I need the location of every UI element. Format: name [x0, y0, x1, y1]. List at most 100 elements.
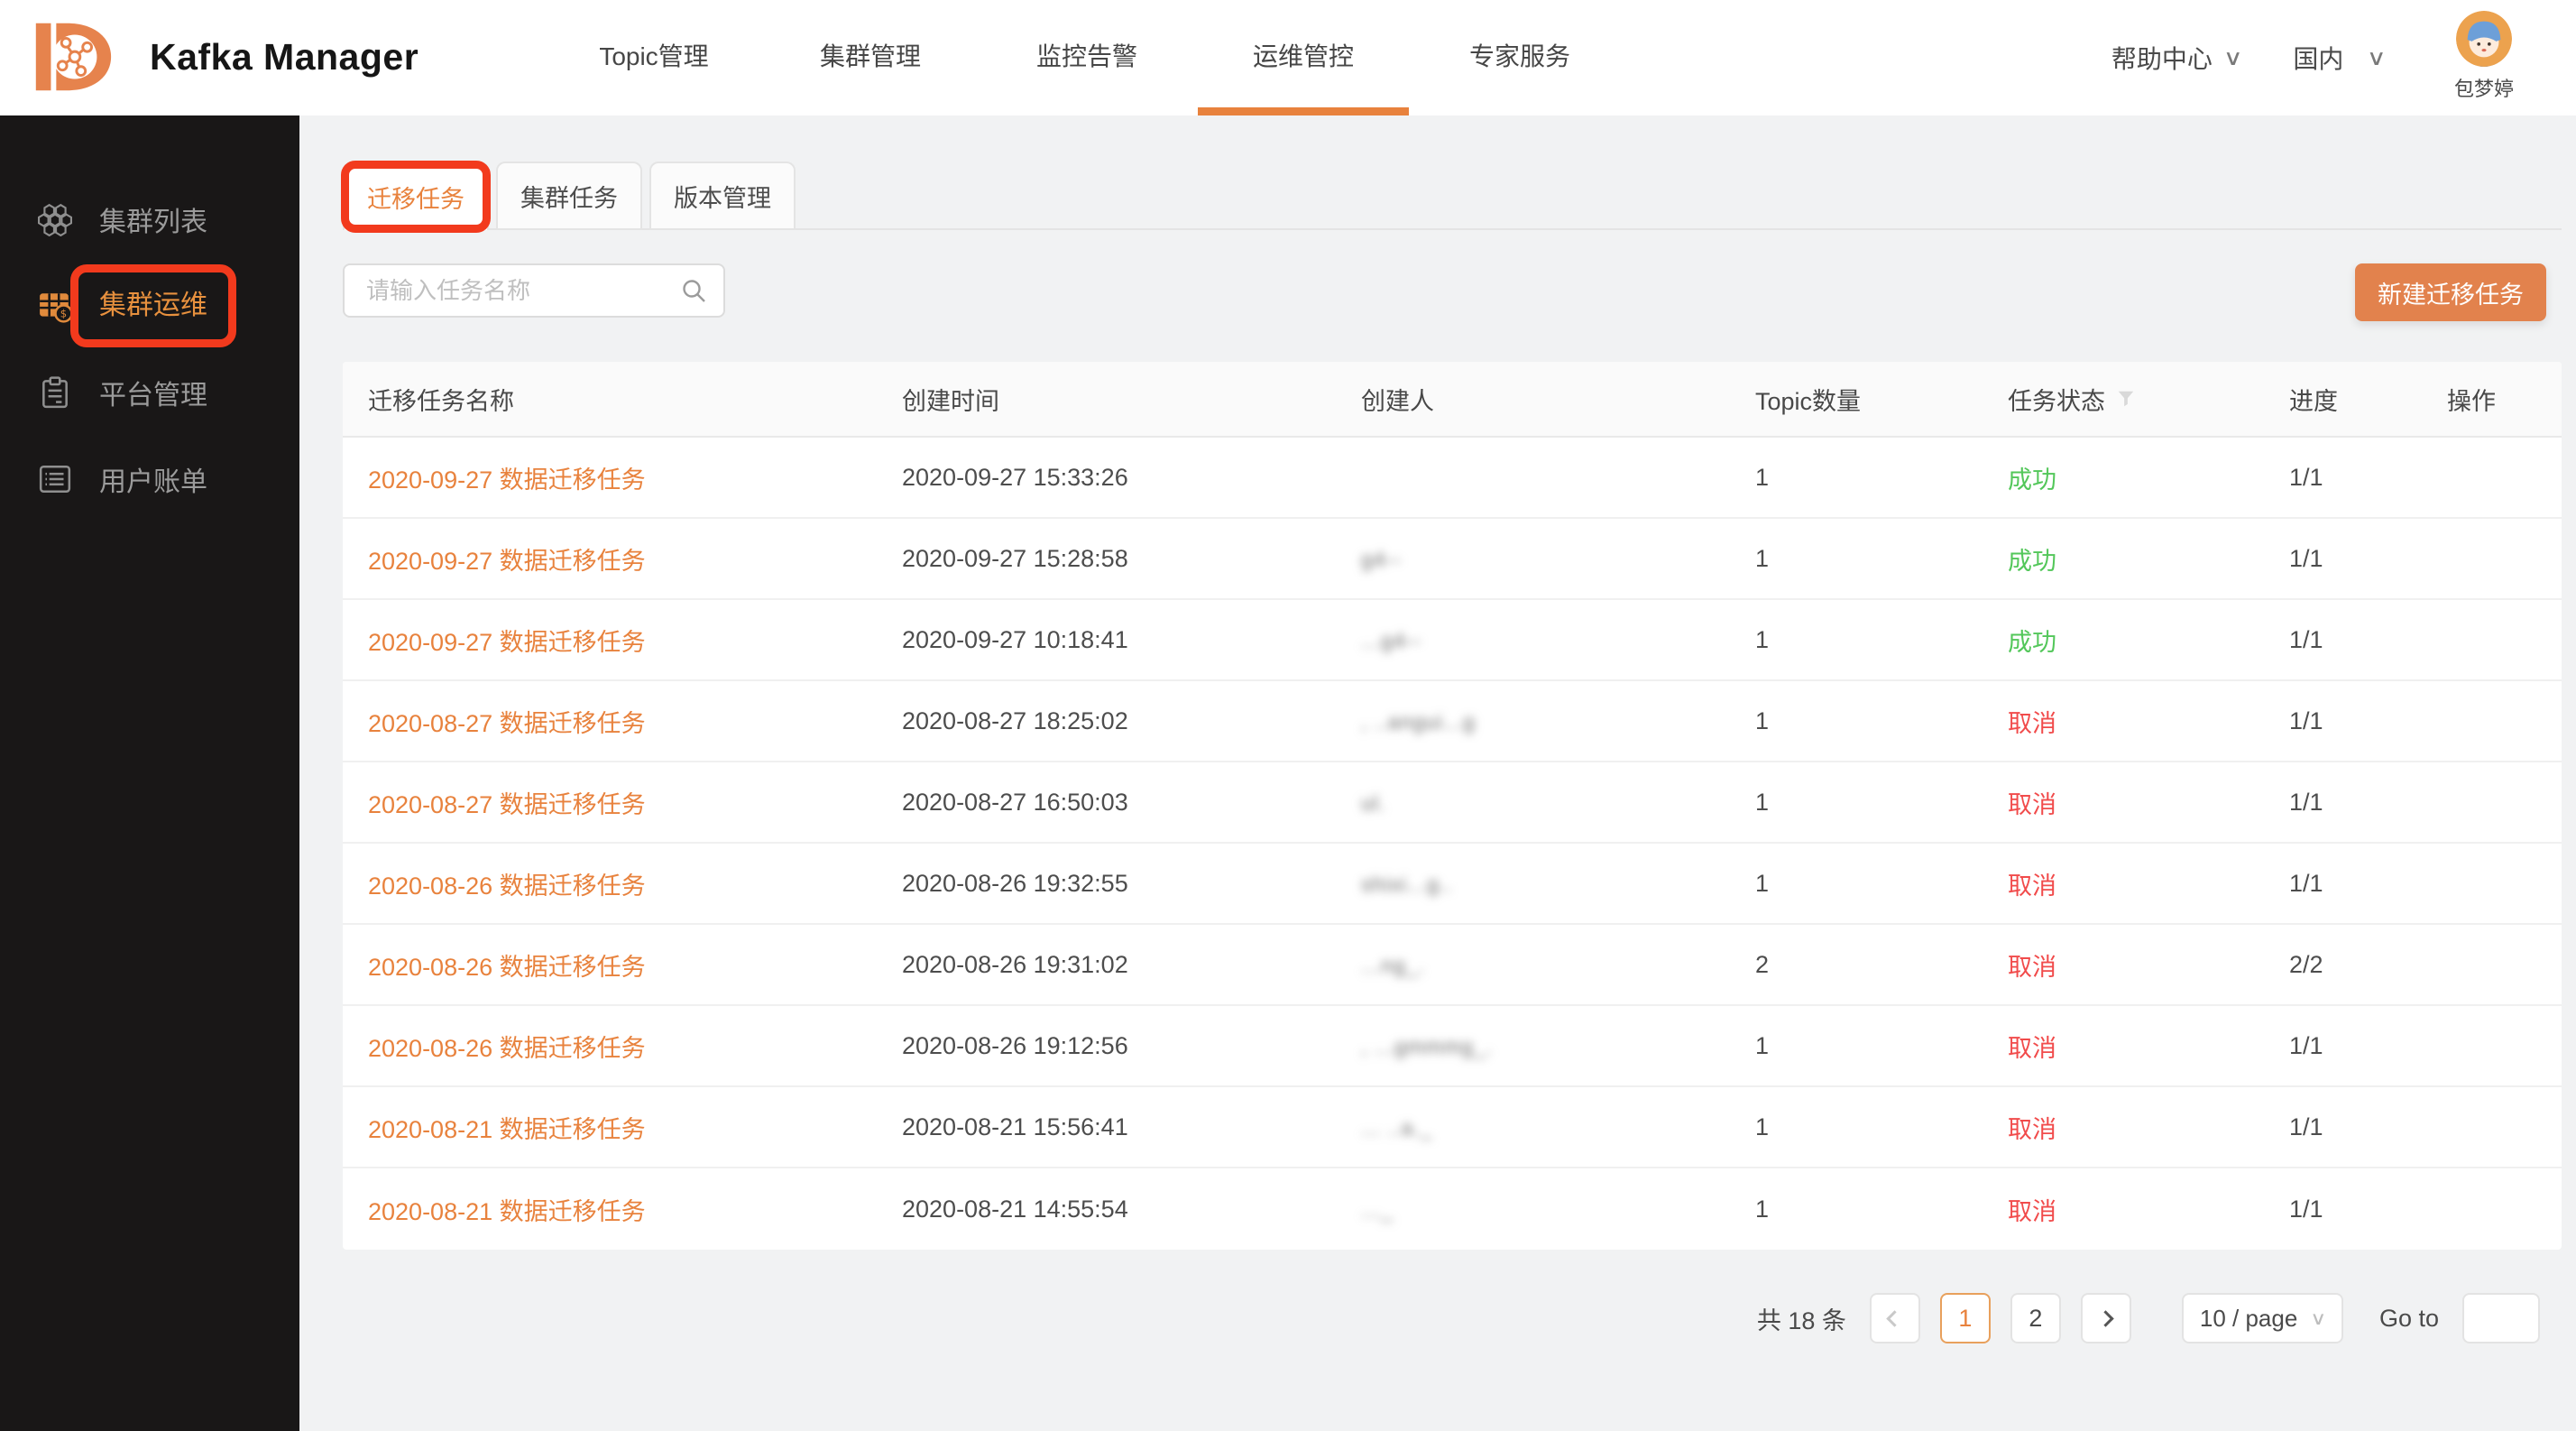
- created-time: 2020-08-21 14:55:54: [902, 1196, 1361, 1223]
- chevron-left-icon: [1887, 1310, 1903, 1326]
- table-row: 2020-09-27 数据迁移任务 2020-09-27 15:33:26 1 …: [343, 438, 2562, 519]
- next-page-button[interactable]: [2081, 1293, 2131, 1343]
- task-name-link[interactable]: 2020-08-27 数据迁移任务: [368, 704, 902, 739]
- table-row: 2020-08-26 数据迁移任务 2020-08-26 19:31:02 ..…: [343, 925, 2562, 1006]
- col-creator: 创建人: [1361, 382, 1755, 417]
- creator-cell: ... ..a._: [1361, 1113, 1755, 1141]
- brand: Kafka Manager: [27, 13, 419, 101]
- topic-count: 1: [1755, 464, 2008, 492]
- task-status: 成功: [2008, 460, 2289, 495]
- table-body: 2020-09-27 数据迁移任务 2020-09-27 15:33:26 1 …: [343, 438, 2562, 1250]
- task-status: 成功: [2008, 623, 2289, 658]
- search-input[interactable]: [343, 263, 725, 318]
- page-size-select[interactable]: 10 / page ∨: [2182, 1293, 2343, 1343]
- sidebar-item-label-annotated: 集群运维: [99, 290, 207, 322]
- task-status: 取消: [2008, 1192, 2289, 1227]
- creator-redacted: ...ng_.: [1361, 954, 1425, 977]
- sidebar: 集群列表 $ 集群运维 平台管理: [0, 115, 299, 1431]
- nav-topic[interactable]: Topic管理: [546, 0, 762, 115]
- task-name-link[interactable]: 2020-08-26 数据迁移任务: [368, 866, 902, 901]
- creator-cell: g4--: [1361, 545, 1755, 573]
- created-time: 2020-08-26 19:31:02: [902, 951, 1361, 979]
- nav-ops[interactable]: 运维管控: [1195, 0, 1412, 115]
- tab-bar: 迁移任务 集群任务 版本管理: [343, 162, 2562, 230]
- top-links: 帮助中心 ∨ 国内 ∨: [2111, 0, 2385, 115]
- user-menu[interactable]: 包梦婷: [2430, 11, 2538, 102]
- task-name-link[interactable]: 2020-08-21 数据迁移任务: [368, 1110, 902, 1145]
- creator-redacted: , ...gmmmg_.: [1361, 1035, 1493, 1058]
- sidebar-item-label: 集群运维: [99, 291, 207, 320]
- created-time: 2020-08-27 18:25:02: [902, 707, 1361, 735]
- search-box: [343, 263, 725, 318]
- topic-count: 1: [1755, 870, 2008, 898]
- help-center-label: 帮助中心: [2111, 40, 2213, 76]
- task-name-link[interactable]: 2020-08-27 数据迁移任务: [368, 785, 902, 820]
- clipboard-icon: [38, 375, 72, 410]
- progress: 1/1: [2289, 870, 2447, 898]
- tab-version-management[interactable]: 版本管理: [649, 162, 796, 228]
- topic-count: 2: [1755, 951, 2008, 979]
- progress: 1/1: [2289, 626, 2447, 654]
- page-button-1[interactable]: 1: [1940, 1293, 1991, 1343]
- created-time: 2020-09-27 15:28:58: [902, 545, 1361, 573]
- search-icon: [680, 277, 707, 304]
- creator-redacted: , ..angui...g: [1361, 710, 1476, 734]
- created-time: 2020-08-26 19:32:55: [902, 870, 1361, 898]
- creator-cell: ..._: [1361, 1196, 1755, 1223]
- region-dropdown[interactable]: 国内 ∨: [2293, 40, 2385, 76]
- creator-redacted: ... ..a._: [1361, 1116, 1432, 1140]
- col-topic-count: Topic数量: [1755, 382, 2008, 417]
- progress: 1/1: [2289, 1196, 2447, 1223]
- main-nav: Topic管理 集群管理 监控告警 运维管控 专家服务: [546, 0, 1628, 115]
- chevron-right-icon: [2098, 1310, 2114, 1326]
- creator-cell: shixi...g..: [1361, 870, 1755, 898]
- main-content: 迁移任务 集群任务 版本管理 新建迁移任务 迁移任务名称 创建时间 创建人 To…: [299, 115, 2576, 1431]
- filter-icon[interactable]: [2116, 389, 2136, 409]
- nav-cluster[interactable]: 集群管理: [762, 0, 979, 115]
- honeycomb-icon: [38, 202, 72, 236]
- task-name-link[interactable]: 2020-09-27 数据迁移任务: [368, 541, 902, 577]
- creator-redacted: ..._: [1361, 1198, 1394, 1222]
- topic-count: 1: [1755, 626, 2008, 654]
- topic-count: 1: [1755, 1113, 2008, 1141]
- page-button-2[interactable]: 2: [2010, 1293, 2061, 1343]
- sidebar-item-cluster-list[interactable]: 集群列表: [0, 176, 299, 263]
- nav-monitor[interactable]: 监控告警: [979, 0, 1195, 115]
- new-migration-task-button[interactable]: 新建迁移任务: [2355, 263, 2546, 321]
- sidebar-item-label: 用户账单: [99, 459, 207, 499]
- tab-cluster-tasks[interactable]: 集群任务: [496, 162, 642, 228]
- creator-redacted: shixi...g..: [1361, 872, 1453, 896]
- creator-cell: ul.: [1361, 789, 1755, 817]
- prev-page-button[interactable]: [1870, 1293, 1920, 1343]
- task-name-link[interactable]: 2020-09-27 数据迁移任务: [368, 460, 902, 495]
- topic-count: 1: [1755, 1032, 2008, 1060]
- creator-redacted: ...g4--: [1361, 629, 1421, 652]
- table-row: 2020-08-21 数据迁移任务 2020-08-21 14:55:54 ..…: [343, 1168, 2562, 1250]
- task-name-link[interactable]: 2020-08-26 数据迁移任务: [368, 947, 902, 983]
- tab-migration-tasks[interactable]: 迁移任务: [343, 162, 489, 230]
- task-name-link[interactable]: 2020-08-26 数据迁移任务: [368, 1029, 902, 1064]
- topic-count: 1: [1755, 545, 2008, 573]
- help-center-dropdown[interactable]: 帮助中心 ∨: [2111, 40, 2241, 76]
- region-label: 国内: [2293, 40, 2343, 76]
- table-header: 迁移任务名称 创建时间 创建人 Topic数量 任务状态 进度 操作: [343, 362, 2562, 438]
- goto-page-input[interactable]: [2462, 1293, 2540, 1343]
- nav-expert[interactable]: 专家服务: [1412, 0, 1628, 115]
- table-row: 2020-08-26 数据迁移任务 2020-08-26 19:12:56 , …: [343, 1006, 2562, 1087]
- table-row: 2020-09-27 数据迁移任务 2020-09-27 10:18:41 ..…: [343, 600, 2562, 681]
- task-name-link[interactable]: 2020-08-21 数据迁移任务: [368, 1192, 902, 1227]
- sidebar-item-label: 平台管理: [99, 373, 207, 412]
- sidebar-item-cluster-ops[interactable]: $ 集群运维: [0, 263, 299, 349]
- creator-redacted: ul.: [1361, 791, 1385, 815]
- sidebar-item-platform[interactable]: 平台管理: [0, 349, 299, 436]
- chevron-down-icon: ∨: [2223, 45, 2243, 71]
- created-time: 2020-08-27 16:50:03: [902, 789, 1361, 817]
- task-name-link[interactable]: 2020-09-27 数据迁移任务: [368, 623, 902, 658]
- avatar[interactable]: [2456, 11, 2512, 67]
- creator-cell: , ...gmmmg_.: [1361, 1032, 1755, 1060]
- col-progress: 进度: [2289, 382, 2447, 417]
- chevron-down-icon: ∨: [2310, 1307, 2326, 1330]
- sidebar-item-billing[interactable]: 用户账单: [0, 436, 299, 522]
- svg-text:$: $: [60, 308, 67, 320]
- table-row: 2020-08-27 数据迁移任务 2020-08-27 16:50:03 ul…: [343, 762, 2562, 844]
